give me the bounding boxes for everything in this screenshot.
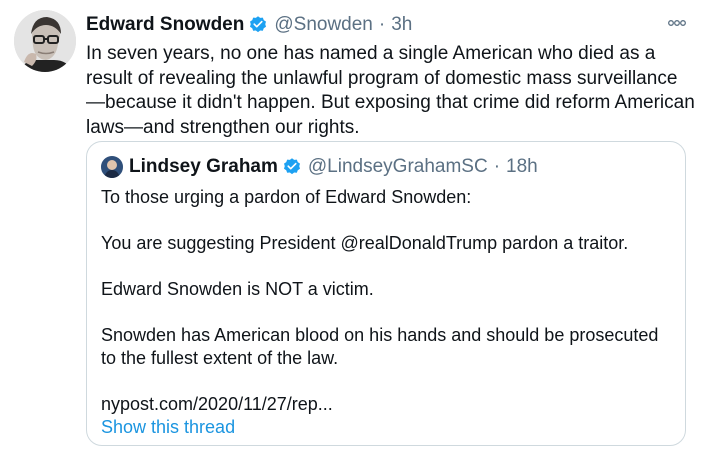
quoted-line: To those urging a pardon of Edward Snowd… [101,187,472,207]
quoted-line: You are suggesting President @realDonald… [101,233,629,253]
snowden-avatar-image [14,10,76,72]
quoted-tweet[interactable]: Lindsey Graham @LindseyGrahamSC · 18h To… [86,141,686,446]
quoted-avatar [101,156,123,178]
author-handle[interactable]: @Snowden [274,14,373,36]
tweet-header: Edward Snowden @Snowden · 3h [86,12,412,38]
quoted-link[interactable]: nypost.com/2020/11/27/rep... [101,393,677,416]
separator-dot: · [378,14,386,35]
verified-badge-icon [250,16,267,33]
author-name[interactable]: Edward Snowden [86,14,244,36]
tweet-time[interactable]: 3h [391,14,412,36]
graham-avatar-image [101,156,123,178]
tweet-text: In seven years, no one has named a singl… [86,43,695,138]
quoted-tweet-time[interactable]: 18h [506,156,538,178]
quoted-tweet-body: To those urging a pardon of Edward Snowd… [101,186,677,439]
quoted-line: Edward Snowden is NOT a victim. [101,279,374,299]
quoted-author-handle[interactable]: @LindseyGrahamSC [308,156,488,178]
quoted-tweet-header: Lindsey Graham @LindseyGrahamSC · 18h [101,154,538,180]
more-options-icon[interactable] [667,17,687,29]
quoted-separator-dot: · [493,156,501,177]
quoted-verified-badge-icon [283,158,300,175]
quoted-line: Snowden has American blood on his hands … [101,325,659,368]
quoted-author-name[interactable]: Lindsey Graham [129,156,278,178]
avatar[interactable] [14,10,76,72]
show-thread-link[interactable]: Show this thread [101,416,677,439]
